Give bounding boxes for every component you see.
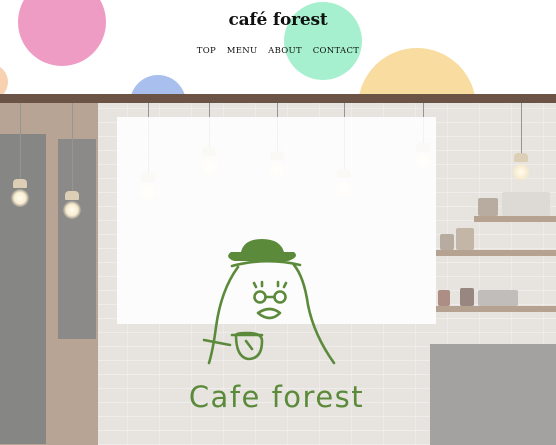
nav-item-top[interactable]: TOP [197,46,216,56]
brand-wordmark: Cafe forest [188,380,365,414]
decorative-dot-blue [130,75,186,94]
ceiling-beam [0,94,556,103]
nav-item-contact[interactable]: CONTACT [313,46,360,56]
nav-item-about[interactable]: ABOUT [268,46,302,56]
bird-mascot-icon [202,239,336,365]
decorative-dot-peach [0,64,8,94]
site-header: café forest TOP MENU ABOUT CONTACT [0,0,556,94]
main-nav: TOP MENU ABOUT CONTACT [0,46,556,56]
site-logo[interactable]: café forest [0,10,556,30]
nav-item-menu[interactable]: MENU [227,46,258,56]
